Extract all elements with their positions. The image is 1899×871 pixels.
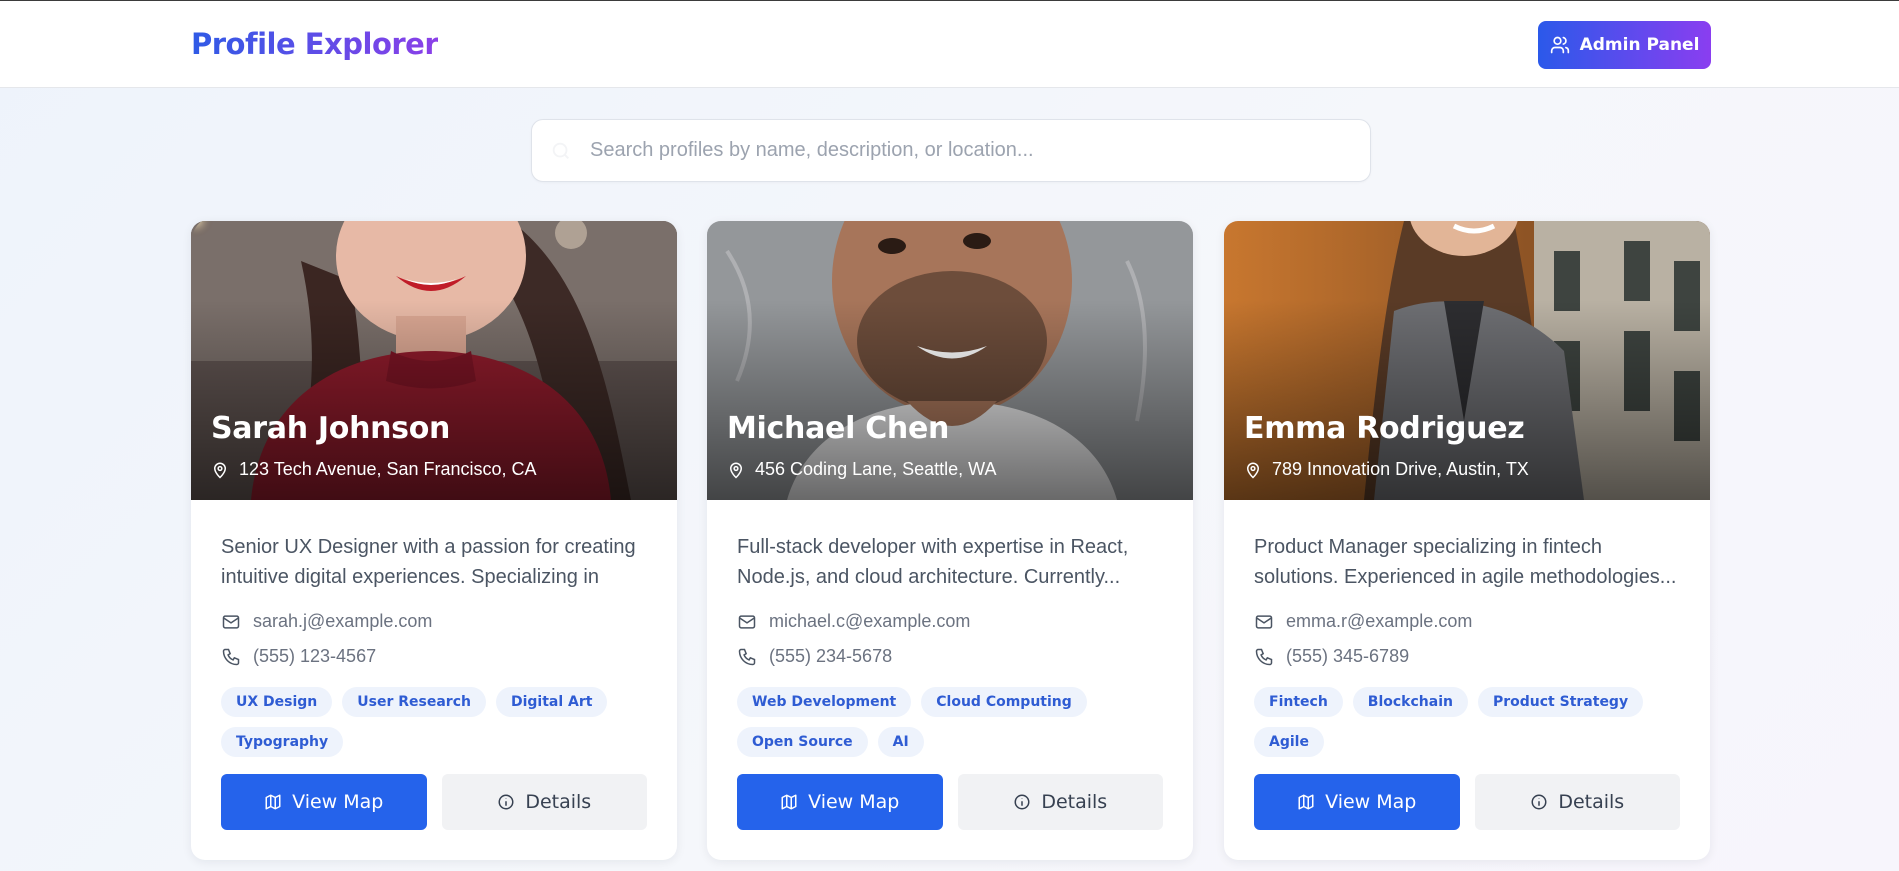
view-map-button[interactable]: View Map	[221, 774, 427, 830]
phone-row: (555) 123-4567	[221, 645, 647, 668]
phone-icon	[1254, 647, 1274, 667]
location-text: 123 Tech Avenue, San Francisco, CA	[239, 459, 537, 479]
email-row: michael.c@example.com	[737, 610, 1163, 633]
profile-description: Full-stack developer with expertise in R…	[737, 536, 1129, 588]
profile-photo: Emma Rodriguez 789 Innovation Drive, Aus…	[1224, 221, 1710, 500]
email-text[interactable]: michael.c@example.com	[769, 611, 970, 632]
map-icon	[780, 793, 798, 811]
map-pin-icon	[727, 460, 745, 480]
mail-icon	[1254, 612, 1274, 632]
view-map-label: View Map	[1325, 791, 1417, 813]
profile-location: 123 Tech Avenue, San Francisco, CA	[211, 459, 537, 480]
profile-card: Michael Chen 456 Coding Lane, Seattle, W…	[707, 221, 1193, 860]
tag: Agile	[1254, 727, 1324, 757]
profile-description: Senior UX Designer with a passion for cr…	[221, 536, 636, 588]
email-text[interactable]: emma.r@example.com	[1286, 611, 1472, 632]
details-button[interactable]: Details	[957, 774, 1163, 830]
details-label: Details	[525, 791, 592, 813]
search-input[interactable]	[590, 120, 1350, 181]
search-bar[interactable]	[531, 119, 1371, 182]
view-map-button[interactable]: View Map	[1254, 774, 1460, 830]
profile-name: Michael Chen	[727, 411, 950, 446]
tag: AI	[877, 727, 924, 757]
map-pin-icon	[211, 460, 229, 480]
users-icon	[1550, 35, 1570, 55]
details-button[interactable]: Details	[441, 774, 647, 830]
tag: Web Development	[737, 687, 912, 717]
mail-icon	[737, 612, 757, 632]
tag: User Research	[342, 687, 486, 717]
view-map-label: View Map	[808, 791, 900, 813]
details-label: Details	[1558, 791, 1625, 813]
app-title[interactable]: Profile Explorer	[191, 27, 439, 61]
tag: Typography	[221, 727, 344, 757]
location-text: 789 Innovation Drive, Austin, TX	[1272, 459, 1529, 479]
details-button[interactable]: Details	[1474, 774, 1680, 830]
phone-icon	[737, 647, 757, 667]
tag: Open Source	[737, 727, 868, 757]
phone-row: (555) 345-6789	[1254, 645, 1680, 668]
email-row: sarah.j@example.com	[221, 610, 647, 633]
tag: Cloud Computing	[921, 687, 1087, 717]
phone-icon	[221, 647, 241, 667]
tag-list: Web Development Cloud Computing Open Sou…	[737, 687, 1163, 757]
email-text[interactable]: sarah.j@example.com	[253, 611, 432, 632]
info-icon	[1530, 793, 1548, 811]
search-icon	[550, 140, 572, 162]
profile-card: Sarah Johnson 123 Tech Avenue, San Franc…	[191, 221, 677, 860]
phone-text[interactable]: (555) 345-6789	[1286, 646, 1409, 667]
phone-row: (555) 234-5678	[737, 645, 1163, 668]
profile-photo: Sarah Johnson 123 Tech Avenue, San Franc…	[191, 221, 677, 500]
location-text: 456 Coding Lane, Seattle, WA	[755, 459, 997, 479]
view-map-label: View Map	[292, 791, 384, 813]
tag: Blockchain	[1352, 687, 1468, 717]
map-pin-icon	[1244, 460, 1262, 480]
mail-icon	[221, 612, 241, 632]
profile-name: Sarah Johnson	[211, 411, 451, 446]
map-icon	[1297, 793, 1315, 811]
profile-description: Product Manager specializing in fintech …	[1254, 536, 1677, 588]
top-header: Profile Explorer Admin Panel	[0, 1, 1899, 88]
profile-name: Emma Rodriguez	[1244, 411, 1525, 446]
profile-location: 789 Innovation Drive, Austin, TX	[1244, 459, 1529, 480]
tag: Digital Art	[495, 687, 608, 717]
tag: Product Strategy	[1477, 687, 1644, 717]
map-icon	[264, 793, 282, 811]
email-row: emma.r@example.com	[1254, 610, 1680, 633]
profile-location: 456 Coding Lane, Seattle, WA	[727, 459, 997, 480]
info-icon	[1013, 793, 1031, 811]
details-label: Details	[1041, 791, 1108, 813]
admin-panel-label: Admin Panel	[1579, 35, 1700, 55]
admin-panel-button[interactable]: Admin Panel	[1538, 21, 1711, 69]
info-icon	[497, 793, 515, 811]
phone-text[interactable]: (555) 234-5678	[769, 646, 892, 667]
tag: UX Design	[221, 687, 333, 717]
view-map-button[interactable]: View Map	[737, 774, 943, 830]
profile-photo: Michael Chen 456 Coding Lane, Seattle, W…	[707, 221, 1193, 500]
tag-list: Fintech Blockchain Product Strategy Agil…	[1254, 687, 1680, 757]
phone-text[interactable]: (555) 123-4567	[253, 646, 376, 667]
tag-list: UX Design User Research Digital Art Typo…	[221, 687, 647, 757]
tag: Fintech	[1254, 687, 1343, 717]
profile-card: Emma Rodriguez 789 Innovation Drive, Aus…	[1224, 221, 1710, 860]
